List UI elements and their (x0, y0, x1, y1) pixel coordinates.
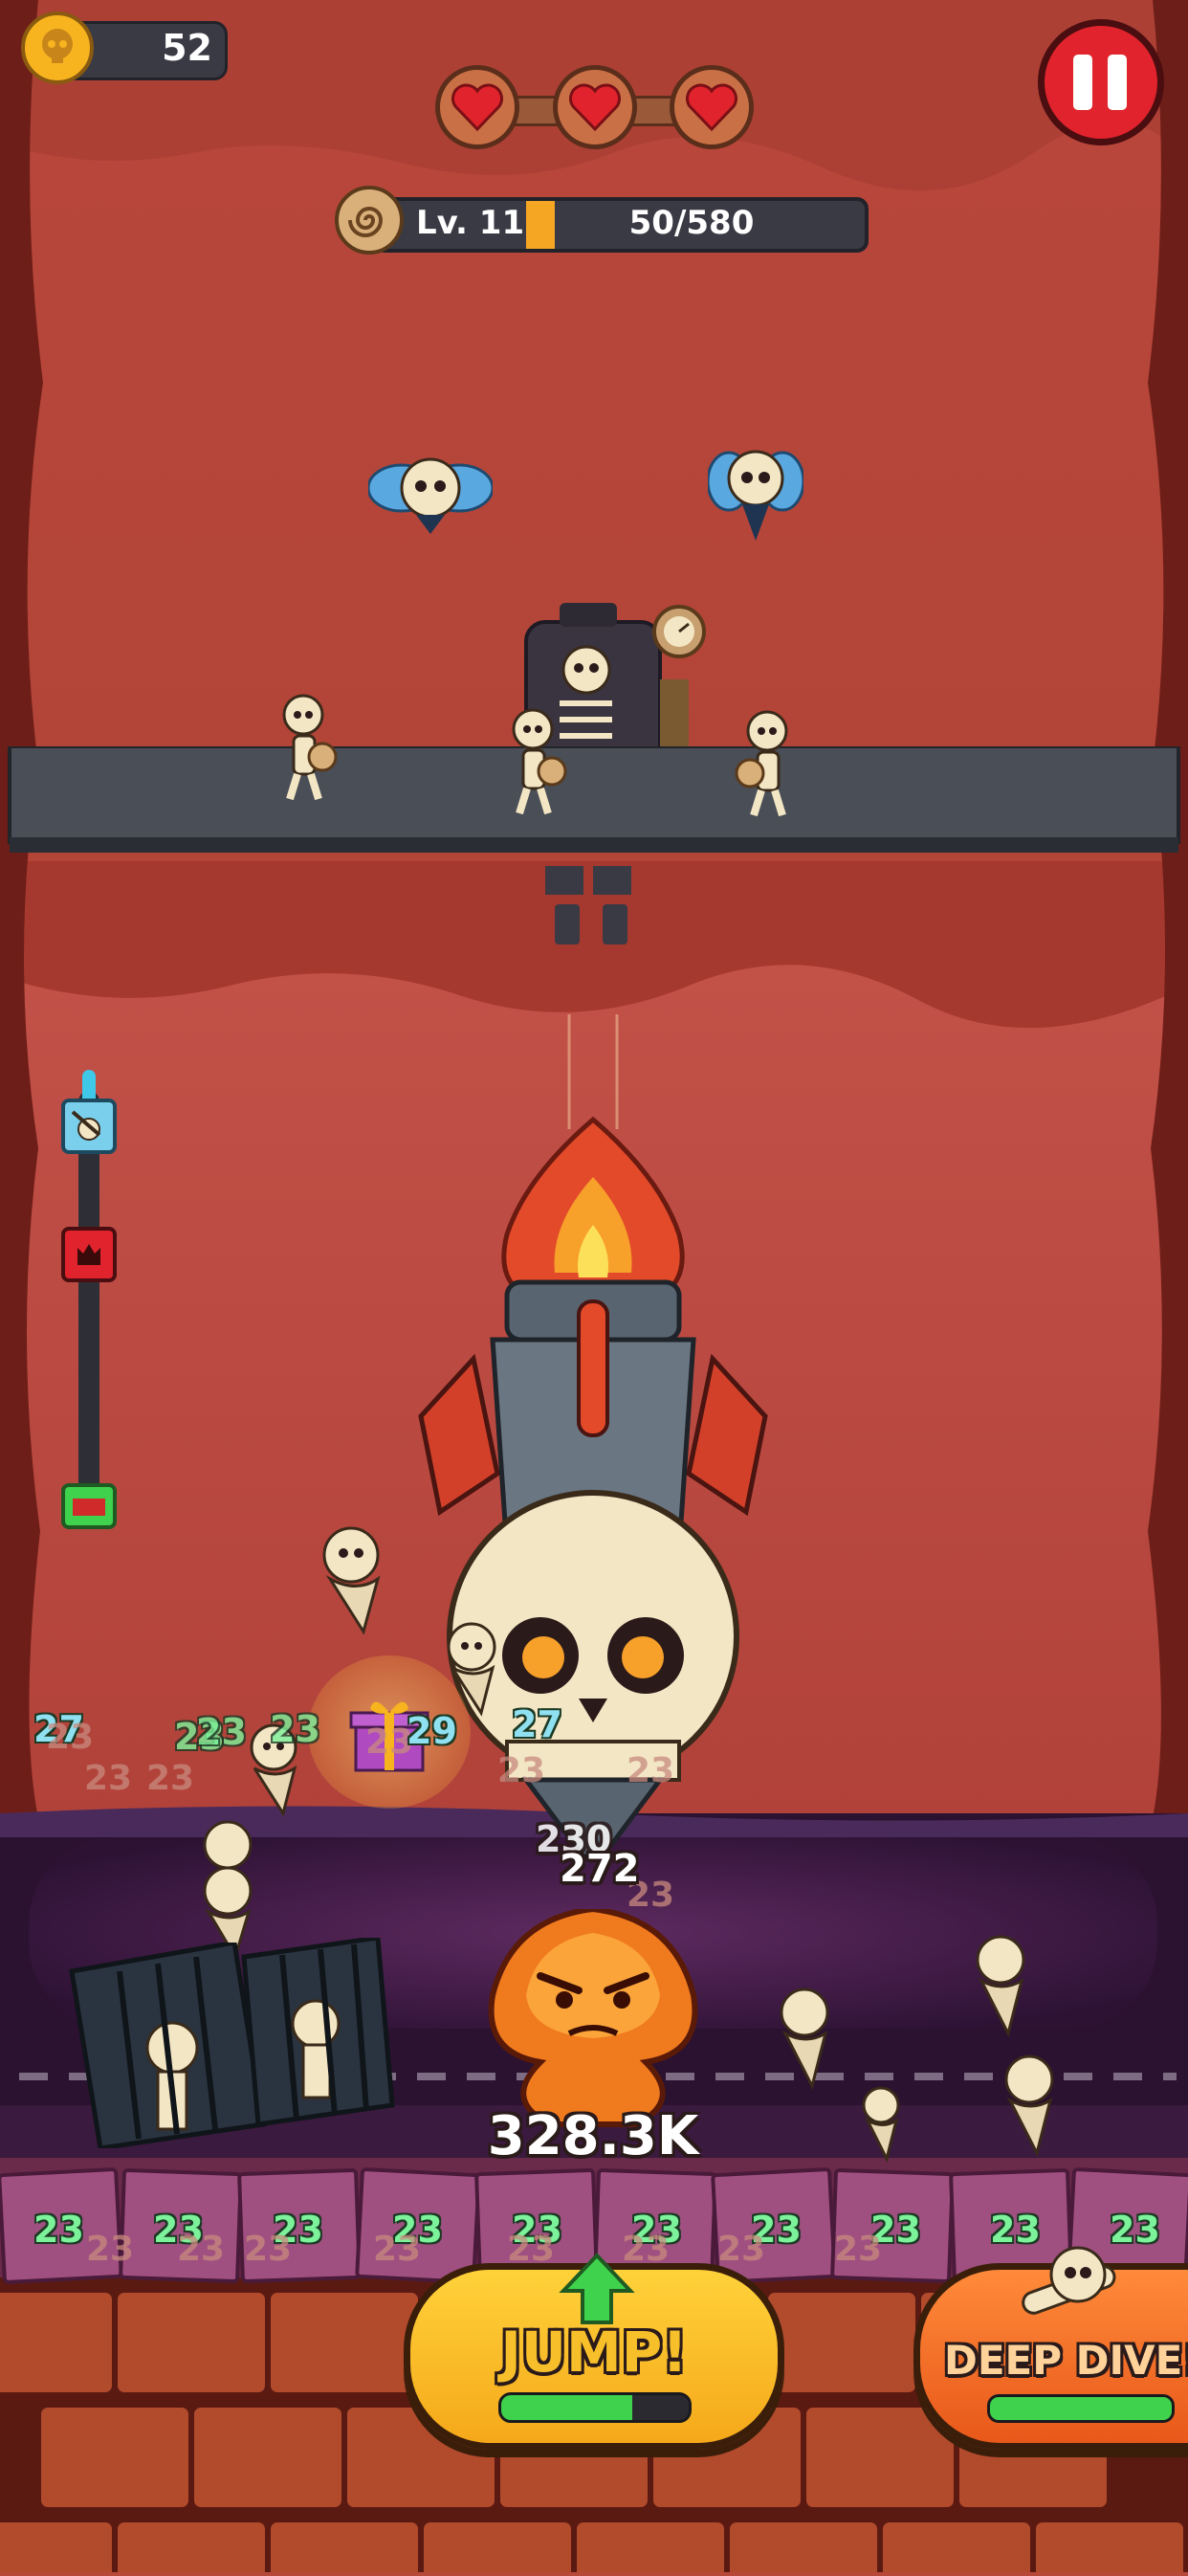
heart-icon (553, 65, 637, 149)
jump-button[interactable]: JUMP! (404, 2253, 784, 2450)
coin-counter: 52 (21, 11, 228, 84)
bone-worm (770, 1986, 842, 2091)
tile-number-faded: 23 (177, 2230, 226, 2269)
damage-number: 23 (146, 1759, 195, 1798)
boss-hp: 328.3K (487, 2105, 699, 2167)
bone-worm (966, 1933, 1038, 2038)
heart-icon (670, 65, 754, 149)
flying-skull-bug (366, 440, 495, 545)
stone-ledge (0, 744, 1188, 871)
skeleton-walker (725, 710, 802, 820)
chest-marker-icon (61, 1483, 117, 1529)
bone-worm (856, 2086, 909, 2164)
damage-number: 29 (407, 1710, 457, 1752)
depth-track (78, 1091, 99, 1512)
depth-meter (57, 1062, 124, 1531)
level-label: Lv. 11 (416, 204, 525, 242)
tile-number-faded: 23 (834, 2230, 883, 2269)
jump-progress-fill (501, 2395, 633, 2420)
deep-dive-progress-track (987, 2394, 1175, 2423)
pickaxe-skull-icon (61, 1099, 117, 1154)
skeleton-walker (273, 694, 349, 804)
tile-number-faded: 23 (244, 2230, 293, 2269)
coin-count: 52 (162, 27, 212, 69)
damage-number: 23 (497, 1751, 546, 1790)
deep-dive-label: DEEP DIVE! (944, 2337, 1188, 2384)
damage-number: 23 (270, 1708, 320, 1750)
tile-number-faded: 23 (373, 2230, 422, 2269)
ledge-drill (540, 866, 646, 947)
arrow-up-icon (559, 2251, 635, 2327)
lava-monster (483, 1905, 703, 2129)
jump-progress-track (498, 2392, 692, 2423)
pause-icon (1045, 26, 1157, 139)
damage-number: 23 (196, 1711, 247, 1753)
tile-number: 23 (33, 2209, 84, 2251)
deep-dive-progress-fill (990, 2397, 1172, 2420)
jump-label: JUMP! (500, 2320, 688, 2385)
tile-number-faded: 23 (86, 2230, 135, 2269)
skull-bone-icon (1011, 2241, 1126, 2327)
deep-dive-button[interactable]: DEEP DIVE! (913, 2246, 1188, 2450)
xp-text: 50/580 (628, 204, 755, 242)
damage-number: 23 (84, 1759, 133, 1798)
pause-button[interactable] (1038, 19, 1164, 145)
tile-number-faded: 23 (717, 2230, 766, 2269)
damage-number: 27 (512, 1703, 562, 1745)
lives-hearts (435, 65, 756, 151)
damage-number: 23 (627, 1751, 675, 1790)
skull-coin-icon (21, 11, 94, 84)
heart-icon (435, 65, 519, 149)
bone-worm (311, 1526, 402, 1636)
damage-number: 23 (46, 1718, 95, 1757)
ammonite-icon (335, 186, 404, 255)
skeleton-walker (502, 708, 579, 818)
skeleton-cage[interactable] (234, 1935, 397, 2129)
bone-worm (995, 2053, 1067, 2158)
boss-marker-icon (61, 1227, 117, 1282)
damage-number-top: 272 (560, 1847, 640, 1891)
flying-skull-bug (706, 435, 805, 550)
level-bar: Lv. 11 50/580 (335, 186, 869, 255)
